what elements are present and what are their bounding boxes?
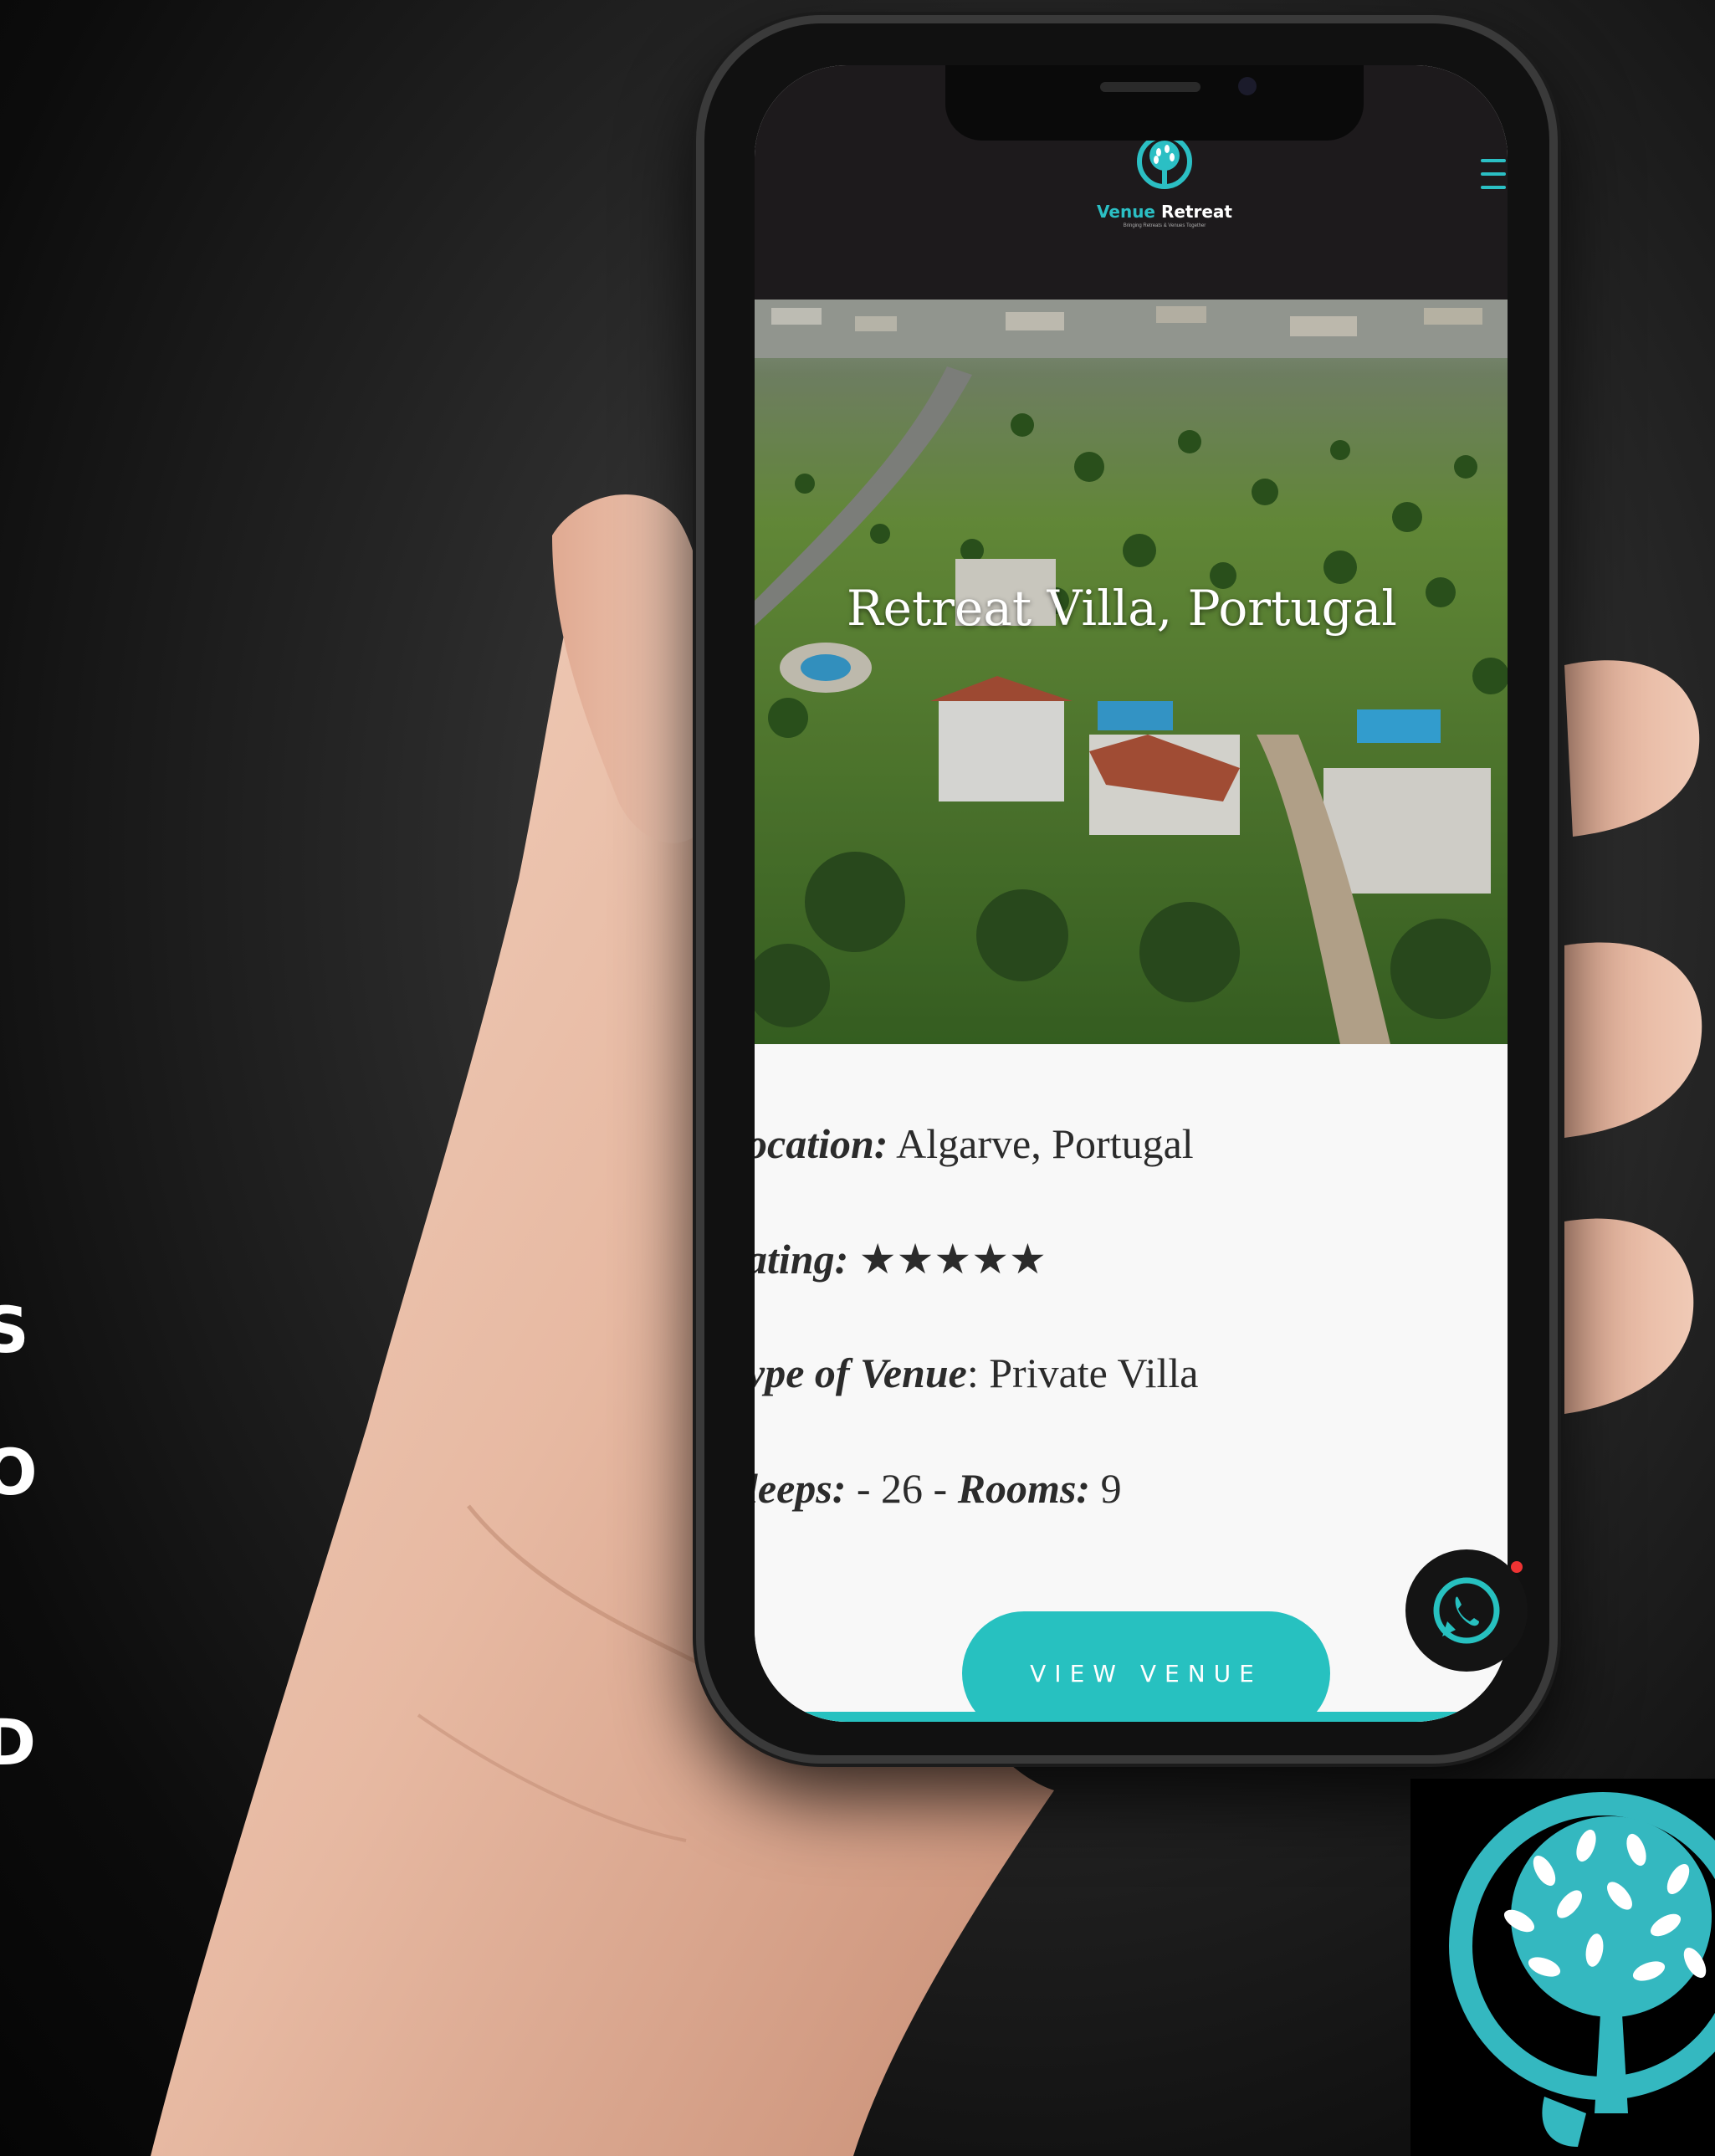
venue-type-value: : Private Villa xyxy=(966,1349,1199,1396)
notification-dot xyxy=(1511,1561,1523,1573)
brand-name-second: Retreat xyxy=(1160,202,1232,222)
rating-label: ating: xyxy=(755,1236,849,1283)
footer-accent-bar xyxy=(755,1712,1508,1722)
brand-name: Venue Retreat xyxy=(1073,202,1257,222)
rooms-value: 9 xyxy=(1090,1465,1122,1512)
hero-image: Retreat Villa, Portugal xyxy=(755,300,1508,1044)
sleeps-value: - 26 - xyxy=(846,1465,958,1512)
smartphone-frame: Venue Retreat Bringing Retreats & Venues… xyxy=(696,15,1558,1764)
phone-screen: Venue Retreat Bringing Retreats & Venues… xyxy=(755,65,1508,1722)
rooms-label: Rooms: xyxy=(957,1465,1091,1512)
brand-watermark-logo xyxy=(1410,1779,1715,2156)
view-venue-button[interactable]: VIEW VENUE xyxy=(962,1611,1330,1722)
venue-details: ocation: Algarve, Portugal ating: ★★★★★ … xyxy=(755,1044,1508,1722)
site-logo[interactable]: Venue Retreat Bringing Retreats & Venues… xyxy=(1073,132,1257,228)
brand-name-first: Venue xyxy=(1097,202,1155,222)
tree-logo-large-icon xyxy=(1449,1792,1715,2147)
tree-logo-icon xyxy=(1137,134,1192,189)
location-value: Algarve, Portugal xyxy=(888,1120,1194,1167)
rating-stars: ★★★★★ xyxy=(848,1236,1047,1283)
speaker-grille xyxy=(1100,82,1200,92)
whatsapp-chat-button[interactable] xyxy=(1405,1549,1528,1672)
location-label: ocation: xyxy=(755,1120,888,1167)
phone-notch xyxy=(945,65,1364,141)
detail-venue-type: ype of Venue: Private Villa xyxy=(755,1349,1198,1397)
sleeps-label: leeps: xyxy=(755,1465,847,1512)
hero-title: Retreat Villa, Portugal xyxy=(847,580,1397,637)
brand-tagline: Bringing Retreats & Venues Together xyxy=(1123,223,1206,228)
detail-rating: ating: ★★★★★ xyxy=(755,1235,1047,1283)
detail-sleeps-rooms: leeps: - 26 - Rooms: 9 xyxy=(755,1464,1122,1513)
hamburger-menu-icon[interactable] xyxy=(1474,157,1508,191)
detail-location: ocation: Algarve, Portugal xyxy=(755,1119,1194,1168)
whatsapp-icon xyxy=(1433,1577,1500,1644)
aerial-villa-photo xyxy=(755,300,1508,1044)
front-camera-icon xyxy=(1238,77,1257,95)
venue-type-label: ype of Venue xyxy=(755,1349,967,1396)
